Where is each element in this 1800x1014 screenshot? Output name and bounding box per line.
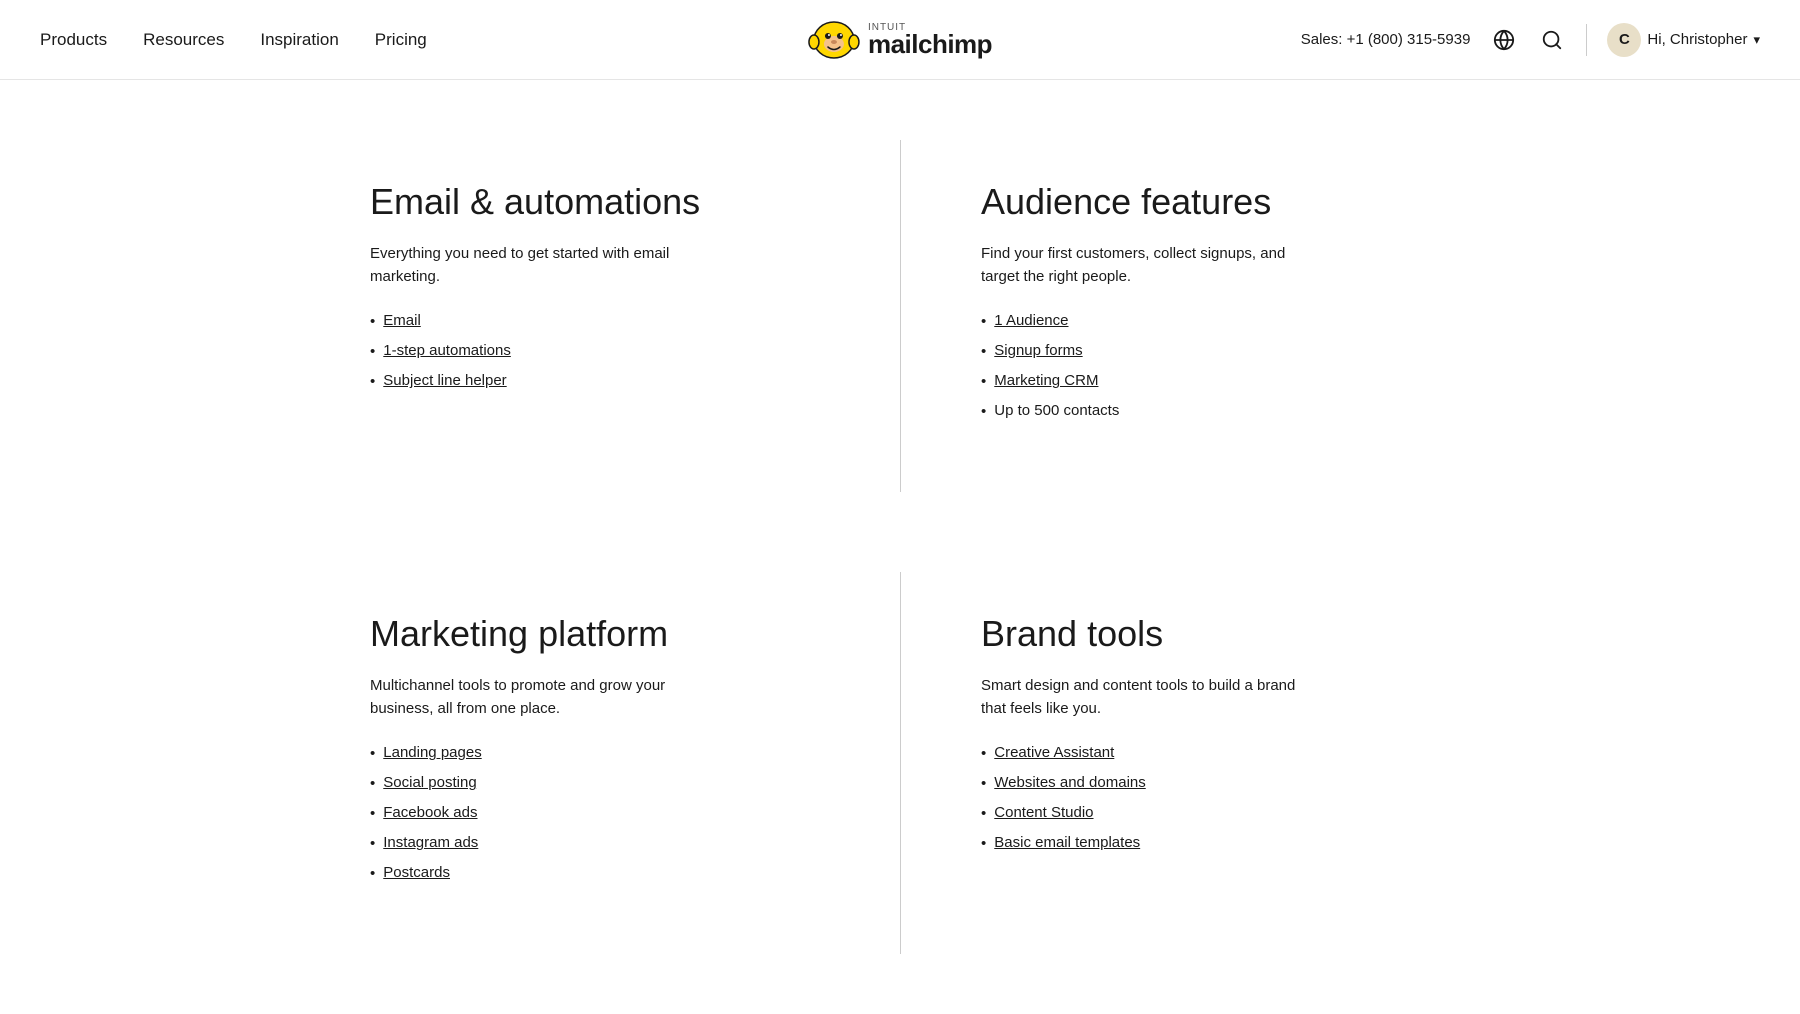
- bullet-icon: •: [370, 835, 375, 852]
- list-item: • Basic email templates: [981, 834, 1430, 852]
- list-item: • Signup forms: [981, 342, 1430, 360]
- user-avatar: C: [1607, 23, 1641, 57]
- nav-item-pricing[interactable]: Pricing: [375, 30, 427, 50]
- brand-tools-desc: Smart design and content tools to build …: [981, 675, 1321, 720]
- chevron-down-icon: ▾: [1753, 32, 1760, 48]
- bullet-icon: •: [370, 805, 375, 822]
- social-posting-link[interactable]: Social posting: [383, 774, 476, 791]
- bullet-icon: •: [981, 403, 986, 420]
- contacts-text: Up to 500 contacts: [994, 402, 1119, 419]
- websites-domains-link[interactable]: Websites and domains: [994, 774, 1145, 791]
- subject-line-link[interactable]: Subject line helper: [383, 372, 506, 389]
- bullet-icon: •: [981, 805, 986, 822]
- list-item: • Creative Assistant: [981, 744, 1430, 762]
- landing-pages-link[interactable]: Landing pages: [383, 744, 481, 761]
- email-automations-section: Email & automations Everything you need …: [370, 140, 900, 492]
- email-automations-title: Email & automations: [370, 180, 840, 223]
- bullet-icon: •: [981, 775, 986, 792]
- bullet-icon: •: [370, 865, 375, 882]
- list-item: • 1-step automations: [370, 342, 840, 360]
- globe-icon[interactable]: [1490, 26, 1518, 54]
- bullet-icon: •: [981, 313, 986, 330]
- audience-features-section: Audience features Find your first custom…: [900, 140, 1430, 492]
- list-item: • Content Studio: [981, 804, 1430, 822]
- bullet-icon: •: [981, 343, 986, 360]
- creative-assistant-link[interactable]: Creative Assistant: [994, 744, 1114, 761]
- nav-item-resources[interactable]: Resources: [143, 30, 224, 50]
- instagram-ads-link[interactable]: Instagram ads: [383, 834, 478, 851]
- audience-features-links: • 1 Audience • Signup forms • Marketing …: [981, 312, 1430, 420]
- user-greeting-text: Hi, Christopher: [1647, 31, 1747, 48]
- email-automations-desc: Everything you need to get started with …: [370, 243, 710, 288]
- nav-divider: [1586, 24, 1587, 56]
- list-item: • Websites and domains: [981, 774, 1430, 792]
- marketing-platform-title: Marketing platform: [370, 612, 840, 655]
- nav-right: Sales: +1 (800) 315-5939 C Hi, Christoph…: [1301, 23, 1760, 57]
- list-item: • Postcards: [370, 864, 840, 882]
- bullet-icon: •: [370, 373, 375, 390]
- mailchimp-wordmark: mailchimp: [868, 31, 992, 57]
- brand-tools-links: • Creative Assistant • Websites and doma…: [981, 744, 1430, 852]
- marketing-crm-link[interactable]: Marketing CRM: [994, 372, 1098, 389]
- email-link[interactable]: Email: [383, 312, 421, 329]
- section-row-1: Email & automations Everything you need …: [370, 140, 1430, 492]
- user-menu[interactable]: C Hi, Christopher ▾: [1607, 23, 1760, 57]
- main-content: Email & automations Everything you need …: [0, 80, 1800, 1014]
- audience-features-desc: Find your first customers, collect signu…: [981, 243, 1321, 288]
- list-item: • Landing pages: [370, 744, 840, 762]
- bullet-icon: •: [981, 373, 986, 390]
- list-item: • 1 Audience: [981, 312, 1430, 330]
- list-item: • Up to 500 contacts: [981, 402, 1430, 420]
- email-automations-links: • Email • 1-step automations • Subject l…: [370, 312, 840, 390]
- brand-tools-title: Brand tools: [981, 612, 1430, 655]
- sales-number: Sales: +1 (800) 315-5939: [1301, 31, 1471, 48]
- list-item: • Social posting: [370, 774, 840, 792]
- audience-features-title: Audience features: [981, 180, 1430, 223]
- list-item: • Subject line helper: [370, 372, 840, 390]
- marketing-platform-links: • Landing pages • Social posting • Faceb…: [370, 744, 840, 882]
- bullet-icon: •: [981, 745, 986, 762]
- bullet-icon: •: [370, 313, 375, 330]
- brand-tools-section: Brand tools Smart design and content too…: [900, 572, 1430, 954]
- marketing-platform-section: Marketing platform Multichannel tools to…: [370, 572, 900, 954]
- list-item: • Email: [370, 312, 840, 330]
- nav-left: Products Resources Inspiration Pricing: [40, 30, 427, 50]
- section-row-2: Marketing platform Multichannel tools to…: [370, 572, 1430, 954]
- logo-text-group: INTUIT mailchimp: [868, 23, 992, 57]
- mailchimp-chimp-icon: [808, 14, 860, 66]
- content-studio-link[interactable]: Content Studio: [994, 804, 1093, 821]
- bullet-icon: •: [981, 835, 986, 852]
- facebook-ads-link[interactable]: Facebook ads: [383, 804, 477, 821]
- site-logo[interactable]: INTUIT mailchimp: [808, 14, 992, 66]
- site-header: Products Resources Inspiration Pricing INTU…: [0, 0, 1800, 80]
- automations-link[interactable]: 1-step automations: [383, 342, 511, 359]
- bullet-icon: •: [370, 775, 375, 792]
- list-item: • Instagram ads: [370, 834, 840, 852]
- marketing-platform-desc: Multichannel tools to promote and grow y…: [370, 675, 710, 720]
- signup-forms-link[interactable]: Signup forms: [994, 342, 1082, 359]
- nav-item-products[interactable]: Products: [40, 30, 107, 50]
- list-item: • Marketing CRM: [981, 372, 1430, 390]
- search-icon[interactable]: [1538, 26, 1566, 54]
- basic-email-templates-link[interactable]: Basic email templates: [994, 834, 1140, 851]
- audience-link[interactable]: 1 Audience: [994, 312, 1068, 329]
- bullet-icon: •: [370, 343, 375, 360]
- bullet-icon: •: [370, 745, 375, 762]
- postcards-link[interactable]: Postcards: [383, 864, 450, 881]
- nav-item-inspiration[interactable]: Inspiration: [260, 30, 338, 50]
- list-item: • Facebook ads: [370, 804, 840, 822]
